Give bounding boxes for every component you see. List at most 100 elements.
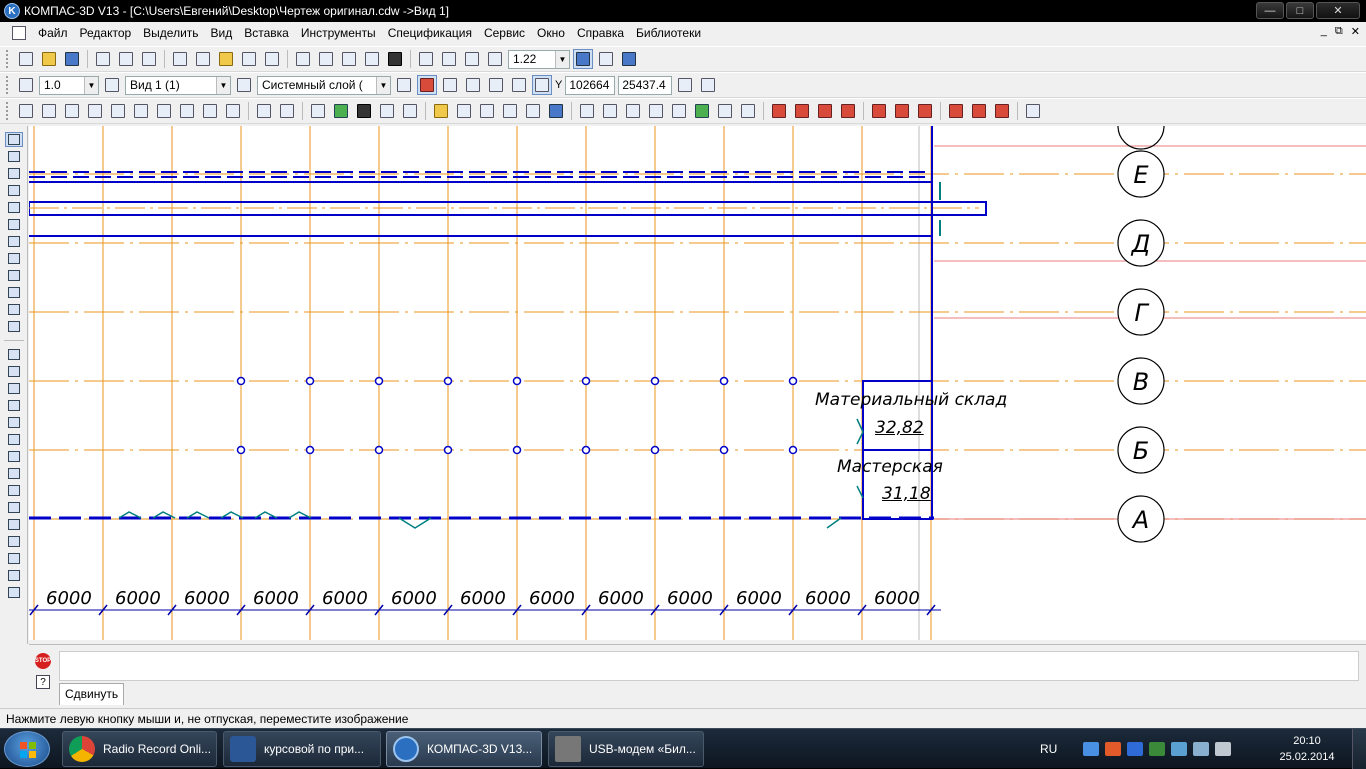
task-chrome[interactable]: Radio Record Onli... (62, 731, 217, 767)
menu-file[interactable]: Файл (32, 22, 74, 44)
help-icon[interactable]: ? (36, 675, 50, 689)
tool-24[interactable] (600, 101, 620, 121)
coord-x-field[interactable]: 102664 (565, 75, 616, 95)
tool-4[interactable] (85, 101, 105, 121)
tool-32[interactable] (792, 101, 812, 121)
hatch-fill-button[interactable] (5, 585, 23, 600)
tool-3[interactable] (62, 101, 82, 121)
tool-31[interactable] (769, 101, 789, 121)
task-word[interactable]: курсовой по при... (223, 731, 381, 767)
tab-pan[interactable]: Сдвинуть (59, 683, 125, 705)
tool-37[interactable] (915, 101, 935, 121)
zoom-scale-button[interactable] (485, 49, 505, 69)
print-button[interactable] (93, 49, 113, 69)
language-indicator[interactable]: RU (1040, 742, 1057, 756)
tool-9[interactable] (200, 101, 220, 121)
redo-button[interactable] (316, 49, 336, 69)
toolbar-grip[interactable] (6, 50, 10, 68)
tool-5[interactable] (108, 101, 128, 121)
toolbar-grip[interactable] (6, 102, 10, 120)
tool-28[interactable] (692, 101, 712, 121)
tool-23[interactable] (577, 101, 597, 121)
auxiliary-line-button[interactable] (5, 364, 23, 379)
menu-service[interactable]: Сервис (478, 22, 531, 44)
tool-29[interactable] (715, 101, 735, 121)
tool-33[interactable] (815, 101, 835, 121)
circle-button[interactable] (5, 398, 23, 413)
tool-16[interactable] (377, 101, 397, 121)
command-properties-area[interactable] (59, 651, 1359, 681)
ortho-button[interactable] (440, 75, 460, 95)
document-icon[interactable] (12, 26, 26, 40)
tool-38[interactable] (946, 101, 966, 121)
insert-panel-button[interactable] (5, 302, 23, 317)
point-button[interactable] (5, 347, 23, 362)
minimize-button[interactable]: — (1256, 2, 1284, 19)
round-button[interactable] (509, 75, 529, 95)
tool-35[interactable] (869, 101, 889, 121)
volume-icon[interactable] (1215, 742, 1232, 756)
tool-10[interactable] (223, 101, 243, 121)
menu-help[interactable]: Справка (571, 22, 630, 44)
tool-13[interactable] (308, 101, 328, 121)
tool-11[interactable] (254, 101, 274, 121)
formula-button[interactable] (362, 49, 382, 69)
tool-22[interactable] (523, 101, 543, 121)
antivirus-icon[interactable] (1105, 742, 1122, 756)
tool-15[interactable] (354, 101, 374, 121)
view-combo[interactable]: Вид 1 (1) ▼ (125, 75, 231, 95)
doc-close-button[interactable]: ✕ (1351, 25, 1360, 38)
edit-panel-button[interactable] (5, 183, 23, 198)
spec-panel-button[interactable] (5, 268, 23, 283)
tool-1[interactable] (16, 101, 36, 121)
open-button[interactable] (39, 49, 59, 69)
paste-button[interactable] (216, 49, 236, 69)
clock[interactable]: 20:10 25.02.2014 (1272, 733, 1342, 765)
chamfer-button[interactable] (5, 534, 23, 549)
tool-30[interactable] (738, 101, 758, 121)
bezier-button[interactable] (5, 500, 23, 515)
measure-panel-button[interactable] (5, 217, 23, 232)
tool-34[interactable] (838, 101, 858, 121)
menu-libraries[interactable]: Библиотеки (630, 22, 707, 44)
select-panel-button[interactable] (5, 234, 23, 249)
tool-27[interactable] (669, 101, 689, 121)
zoom-out-button[interactable] (462, 49, 482, 69)
menu-insert[interactable]: Вставка (238, 22, 295, 44)
menu-specification[interactable]: Спецификация (382, 22, 478, 44)
tool-12[interactable] (277, 101, 297, 121)
local-cs-button[interactable] (486, 75, 506, 95)
geometry-panel-button[interactable] (4, 132, 23, 147)
parametrization-panel-button[interactable] (5, 200, 23, 215)
settings-button[interactable] (698, 75, 718, 95)
zoom-combo[interactable]: 1.22 ▼ (508, 49, 570, 69)
fillet-button[interactable] (5, 517, 23, 532)
b-app-icon[interactable] (1127, 742, 1144, 756)
layer-properties-button[interactable] (394, 75, 414, 95)
tool-36[interactable] (892, 101, 912, 121)
zoom-window-button[interactable] (416, 49, 436, 69)
task-modem[interactable]: USB-модем «Бил... (548, 731, 704, 767)
copy-properties-button[interactable] (239, 49, 259, 69)
spline-button[interactable] (5, 449, 23, 464)
cursor-step-button[interactable] (16, 75, 36, 95)
properties-button[interactable] (262, 49, 282, 69)
menu-view[interactable]: Вид (205, 22, 239, 44)
doc-properties-button[interactable] (675, 75, 695, 95)
cut-button[interactable] (170, 49, 190, 69)
start-button[interactable] (4, 731, 50, 767)
tool-7[interactable] (154, 101, 174, 121)
undo-button[interactable] (293, 49, 313, 69)
ellipse-button[interactable] (5, 432, 23, 447)
coord-y-field[interactable]: 25437.4 (618, 75, 673, 95)
snap-button[interactable] (417, 75, 437, 95)
menu-tools[interactable]: Инструменты (295, 22, 382, 44)
nvidia-icon[interactable] (1149, 742, 1166, 756)
zoom-in-button[interactable] (439, 49, 459, 69)
save-button[interactable] (62, 49, 82, 69)
menu-editor[interactable]: Редактор (74, 22, 138, 44)
show-all-button[interactable] (596, 49, 616, 69)
dimensions-panel-button[interactable] (5, 149, 23, 164)
refresh-button[interactable] (619, 49, 639, 69)
help-button[interactable] (546, 101, 566, 121)
